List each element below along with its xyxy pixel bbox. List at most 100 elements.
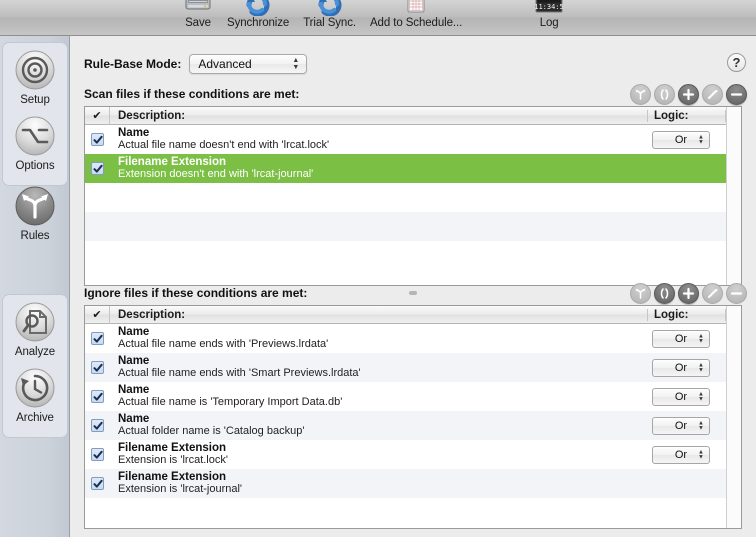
ignore-remove-button[interactable]: [726, 283, 747, 304]
checkbox-checked-icon[interactable]: [91, 477, 104, 490]
rule-base-mode-value: Advanced: [198, 57, 252, 71]
logic-value: Or: [674, 390, 688, 403]
row-logic-cell: Or ▲ ▼: [648, 416, 726, 435]
sidebar-item-archive[interactable]: Archive: [2, 366, 68, 424]
scan-table-header: ✔ Description: Logic:: [85, 107, 741, 125]
row-logic-cell: Or ▲ ▼: [648, 329, 726, 348]
ignore-add-button[interactable]: [678, 283, 699, 304]
toolbar-button-log[interactable]: 11:34:5 Log: [525, 0, 573, 29]
checkbox-checked-icon[interactable]: [91, 162, 104, 175]
row-title: Name: [118, 413, 150, 425]
logic-value: Or: [674, 419, 688, 432]
sidebar-item-options[interactable]: Options: [2, 114, 68, 172]
row-detail: Actual folder name is 'Catalog backup': [118, 425, 305, 437]
sidebar-item-label: Options: [15, 160, 55, 172]
row-checkbox-cell: [85, 162, 110, 175]
scan-group-parentheses-button[interactable]: [654, 84, 675, 105]
logic-select[interactable]: Or ▲ ▼: [652, 358, 710, 377]
table-row[interactable]: Filename Extension Extension is 'lrcat.l…: [85, 440, 741, 469]
trial-sync-icon: [317, 0, 343, 16]
scan-table-scrollbar[interactable]: [726, 107, 741, 285]
svg-text:11:34:5: 11:34:5: [534, 3, 564, 11]
target-icon: [13, 48, 57, 92]
stepper-arrows-icon: ▲ ▼: [698, 420, 704, 431]
checkbox-checked-icon[interactable]: [91, 419, 104, 432]
calendar-icon: [404, 0, 428, 16]
sidebar-item-label: Setup: [20, 94, 50, 106]
ignore-edit-button[interactable]: [702, 283, 723, 304]
row-title: Name: [118, 384, 150, 396]
table-row[interactable]: Name Actual file name ends with 'Preview…: [85, 324, 741, 353]
stepper-arrows-icon: ▲ ▼: [292, 57, 300, 71]
table-row[interactable]: Name Actual file name ends with 'Smart P…: [85, 353, 741, 382]
scan-add-button[interactable]: [678, 84, 699, 105]
sidebar-item-rules[interactable]: Rules: [2, 184, 68, 242]
logic-select[interactable]: Or ▲ ▼: [652, 130, 710, 149]
sync-arrows-icon: [245, 0, 271, 16]
branch-icon: [13, 184, 57, 228]
row-checkbox-cell: [85, 448, 110, 461]
logic-select[interactable]: Or ▲ ▼: [652, 416, 710, 435]
toolbar-button-synchronize[interactable]: Synchronize: [220, 0, 296, 29]
toolbar-button-add-to-schedule[interactable]: Add to Schedule...: [363, 0, 469, 29]
sidebar-item-label: Analyze: [14, 346, 56, 358]
rule-base-mode-label: Rule-Base Mode:: [84, 57, 182, 71]
row-detail: Actual file name ends with 'Previews.lrd…: [118, 338, 329, 350]
logic-select[interactable]: Or ▲ ▼: [652, 387, 710, 406]
checkbox-checked-icon[interactable]: [91, 390, 104, 403]
table-row-empty[interactable]: [85, 212, 741, 241]
checkbox-checked-icon[interactable]: [91, 133, 104, 146]
ignore-group-parentheses-button[interactable]: [654, 283, 675, 304]
table-row-empty[interactable]: [85, 241, 741, 270]
toolbar: Save Synchronize Trial Sync. Add to Sche…: [0, 0, 756, 36]
logic-value: Or: [674, 448, 688, 461]
header-check-icon: ✔: [85, 107, 110, 125]
row-checkbox-cell: [85, 133, 110, 146]
checkbox-checked-icon[interactable]: [91, 361, 104, 374]
rule-base-mode-select[interactable]: Advanced ▲ ▼: [189, 54, 308, 74]
rule-base-mode-row: Rule-Base Mode: Advanced ▲ ▼: [84, 54, 308, 74]
toolbar-button-save[interactable]: Save: [176, 0, 220, 29]
ignore-table-header: ✔ Description: Logic:: [85, 306, 741, 324]
logic-select[interactable]: Or ▲ ▼: [652, 445, 710, 464]
row-description-cell: Filename Extension Extension is 'lrcat.l…: [110, 442, 648, 467]
table-row[interactable]: Name Actual file name is 'Temporary Impo…: [85, 382, 741, 411]
table-row-empty[interactable]: [85, 498, 741, 527]
checkbox-checked-icon[interactable]: [91, 332, 104, 345]
toolbar-button-trial-sync[interactable]: Trial Sync.: [296, 0, 363, 29]
sidebar-item-label: Archive: [16, 412, 54, 424]
scan-section-buttons: [630, 84, 747, 105]
ignore-branch-button[interactable]: [630, 283, 651, 304]
toolbar-label: Synchronize: [227, 17, 290, 29]
table-row[interactable]: Filename Extension Extension doesn't end…: [85, 154, 741, 183]
ignore-section-buttons: [630, 283, 747, 304]
table-row[interactable]: Filename Extension Extension is 'lrcat-j…: [85, 469, 741, 498]
toolbar-label: Trial Sync.: [303, 17, 356, 29]
header-description: Description:: [110, 308, 648, 321]
header-check-icon: ✔: [85, 306, 110, 324]
help-button[interactable]: ?: [727, 53, 746, 72]
clock-history-icon: [13, 366, 57, 410]
splitter-grip-icon: [409, 291, 417, 295]
row-logic-cell: Or ▲ ▼: [648, 387, 726, 406]
checkbox-checked-icon[interactable]: [91, 448, 104, 461]
table-row[interactable]: Name Actual file name doesn't end with '…: [85, 125, 741, 154]
logic-value: Or: [674, 361, 688, 374]
scan-section-title: Scan files if these conditions are met:: [84, 87, 300, 101]
logic-value: Or: [674, 133, 688, 146]
sidebar-item-analyze[interactable]: Analyze: [2, 300, 68, 358]
scan-edit-button[interactable]: [702, 84, 723, 105]
row-title: Name: [118, 127, 150, 139]
sidebar-item-setup[interactable]: Setup: [2, 48, 68, 106]
row-description-cell: Filename Extension Extension is 'lrcat-j…: [110, 471, 648, 496]
ignore-table-scrollbar[interactable]: [726, 306, 741, 528]
stepper-arrows-icon: ▲ ▼: [698, 333, 704, 344]
scan-remove-button[interactable]: [726, 84, 747, 105]
row-title: Name: [118, 326, 150, 338]
scan-branch-button[interactable]: [630, 84, 651, 105]
row-checkbox-cell: [85, 477, 110, 490]
table-row-empty[interactable]: [85, 183, 741, 212]
table-row[interactable]: Name Actual folder name is 'Catalog back…: [85, 411, 741, 440]
logic-select[interactable]: Or ▲ ▼: [652, 329, 710, 348]
row-title: Filename Extension: [118, 442, 227, 454]
